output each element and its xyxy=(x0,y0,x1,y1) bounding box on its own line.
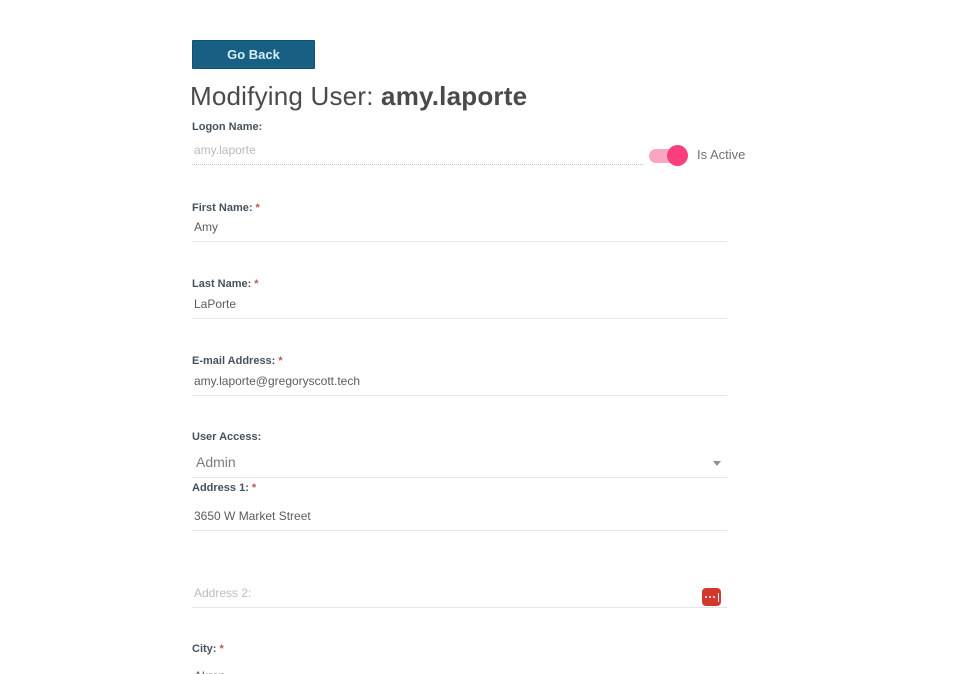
required-marker: * xyxy=(252,482,256,494)
modify-user-form: Go Back Modifying User: amy.laporte Logo… xyxy=(0,0,980,674)
city-label: City:* xyxy=(192,643,224,656)
last-name-input[interactable] xyxy=(192,294,727,319)
user-access-select[interactable]: Admin xyxy=(192,451,727,478)
first-name-label-text: First Name: xyxy=(192,202,253,214)
first-name-input[interactable] xyxy=(192,217,727,242)
required-marker: * xyxy=(278,355,282,367)
autofill-dot xyxy=(705,596,708,599)
address1-label: Address 1:* xyxy=(192,482,256,495)
page-title-prefix: Modifying User: xyxy=(190,81,381,111)
page-title-username: amy.laporte xyxy=(381,81,527,111)
autofill-dot xyxy=(713,596,716,599)
logon-name-label: Logon Name: xyxy=(192,121,262,134)
user-access-label: User Access: xyxy=(192,431,261,444)
autofill-dot xyxy=(709,596,712,599)
is-active-label: Is Active xyxy=(697,147,745,162)
email-label-text: E-mail Address: xyxy=(192,355,275,367)
chevron-down-icon xyxy=(713,461,721,466)
logon-name-input xyxy=(192,140,643,165)
go-back-button[interactable]: Go Back xyxy=(192,40,315,69)
last-name-label: Last Name:* xyxy=(192,278,259,291)
page-title: Modifying User: amy.laporte xyxy=(190,81,527,112)
email-input[interactable] xyxy=(192,371,727,396)
address1-input[interactable] xyxy=(192,506,727,531)
required-marker: * xyxy=(254,278,258,290)
address2-input[interactable] xyxy=(192,583,727,608)
address1-label-text: Address 1: xyxy=(192,482,249,494)
user-access-selected-value: Admin xyxy=(196,454,236,470)
toggle-knob xyxy=(667,145,688,166)
autofill-cursor-bar xyxy=(718,593,720,602)
is-active-toggle[interactable] xyxy=(649,149,685,163)
email-label: E-mail Address:* xyxy=(192,355,283,368)
first-name-label: First Name:* xyxy=(192,202,260,215)
required-marker: * xyxy=(256,202,260,214)
autofill-icon[interactable] xyxy=(702,588,721,606)
city-label-text: City: xyxy=(192,643,216,655)
city-input[interactable] xyxy=(192,666,727,674)
required-marker: * xyxy=(219,643,223,655)
last-name-label-text: Last Name: xyxy=(192,278,251,290)
